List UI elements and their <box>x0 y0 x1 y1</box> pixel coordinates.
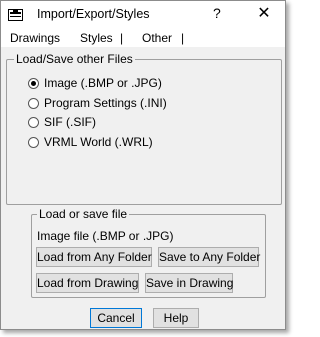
dialog-window: Import/Export/Styles ? ✕ Drawings Styles… <box>0 0 286 330</box>
radio-button[interactable] <box>28 116 39 128</box>
save-to-any-folder-button[interactable]: Save to Any Folder <box>158 247 260 267</box>
tab-bar: Drawings Styles | Other | <box>1 29 285 47</box>
radio-program-settings[interactable]: Program Settings (.INI) <box>28 95 167 111</box>
radio-label: VRML World (.WRL) <box>44 135 153 149</box>
radio-label: Image (.BMP or .JPG) <box>44 76 162 90</box>
window-title: Import/Export/Styles <box>37 7 150 21</box>
save-in-drawing-button[interactable]: Save in Drawing <box>145 273 233 293</box>
radio-image[interactable]: Image (.BMP or .JPG) <box>28 75 162 91</box>
tab-separator: | <box>181 31 185 45</box>
help-question-button[interactable]: ? <box>213 5 221 21</box>
radio-sif[interactable]: SIF (.SIF) <box>28 114 96 130</box>
load-save-file-legend: Load or save file <box>37 207 130 221</box>
title-bar: Import/Export/Styles ? ✕ <box>1 1 285 29</box>
radio-button-selected[interactable] <box>28 77 39 89</box>
tab-styles[interactable]: Styles <box>80 31 113 45</box>
close-button[interactable]: ✕ <box>253 4 275 24</box>
radio-button[interactable] <box>28 97 39 109</box>
radio-vrml[interactable]: VRML World (.WRL) <box>28 134 153 150</box>
tab-drawings[interactable]: Drawings <box>10 31 60 45</box>
cancel-button[interactable]: Cancel <box>90 308 142 328</box>
load-from-drawing-button[interactable]: Load from Drawing <box>36 273 139 293</box>
file-type-label: Image file (.BMP or .JPG) <box>37 229 174 243</box>
load-from-any-folder-button[interactable]: Load from Any Folder <box>36 247 152 267</box>
tab-other[interactable]: Other <box>142 31 172 45</box>
radio-button[interactable] <box>28 136 39 148</box>
load-save-legend: Load/Save other Files <box>14 52 135 66</box>
app-icon <box>8 9 23 21</box>
radio-label: Program Settings (.INI) <box>44 96 167 110</box>
tab-separator: | <box>120 31 124 45</box>
radio-label: SIF (.SIF) <box>44 115 96 129</box>
help-button[interactable]: Help <box>153 308 199 328</box>
